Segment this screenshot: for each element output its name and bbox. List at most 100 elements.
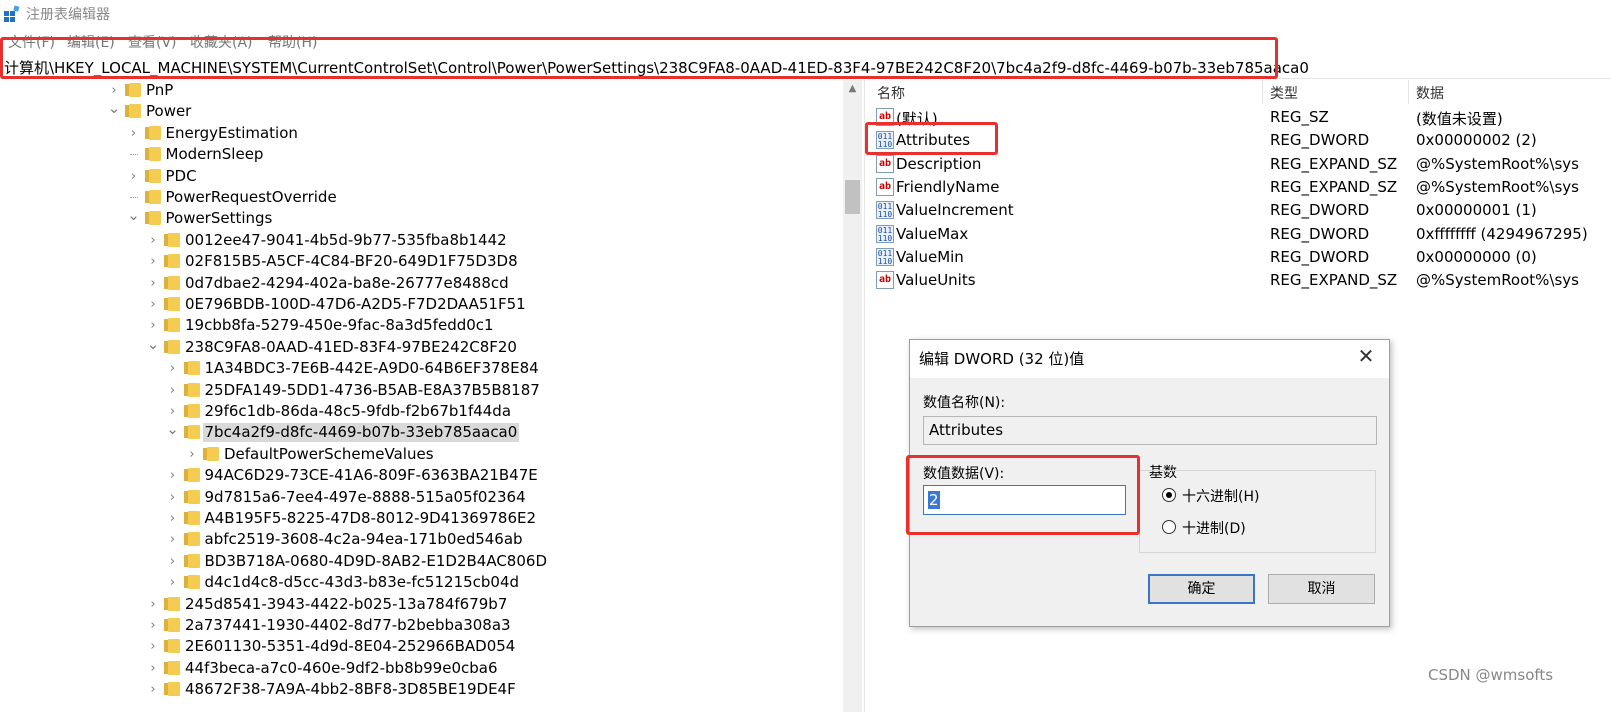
tree-node[interactable]: › BD3B718A-0680-4D9D-8AB2-E1D2B4AC806D [0,551,845,572]
hex-radio[interactable] [1162,488,1176,502]
tree-node[interactable]: ⌄ PowerSettings [0,208,845,229]
value-row[interactable]: ab ValueUnits REG_EXPAND_SZ @%SystemRoot%\s… [870,269,1611,292]
chevron-right-icon[interactable]: › [127,123,141,144]
tree-node-label[interactable]: 02F815B5-A5CF-4C84-BF20-649D1F75D3D8 [183,252,520,271]
tree-node-label[interactable]: 19cbb8fa-5279-450e-9fac-8a3d5fedd0c1 [183,316,496,335]
chevron-right-icon[interactable]: › [146,315,160,336]
tree-node-label[interactable]: 1A34BDC3-7E6B-442E-A9D0-64B6EF378E84 [203,359,541,378]
tree-node[interactable]: › 1A34BDC3-7E6B-442E-A9D0-64B6EF378E84 [0,358,845,379]
value-row[interactable]: ab Description REG_EXPAND_SZ @%SystemRoot%\… [870,153,1611,176]
tree-node[interactable]: ⌄ Power [0,101,845,122]
tree-node-label[interactable]: 25DFA149-5DD1-4736-B5AB-E8A37B5B8187 [203,381,542,400]
hex-label[interactable]: 十六进制(H) [1182,486,1259,506]
cancel-button[interactable]: 取消 [1268,574,1375,604]
chevron-right-icon[interactable]: › [166,358,180,379]
tree-node-label[interactable]: PnP [144,81,175,100]
tree-node-label[interactable]: Power [144,102,193,121]
tree-node-label[interactable]: ModernSleep [164,145,266,164]
tree-node-label[interactable]: DefaultPowerSchemeValues [222,445,436,464]
tree-node-label[interactable]: A4B195F5-8225-47D8-8012-9D41369786E2 [203,509,539,528]
tree-node-label[interactable]: BD3B718A-0680-4D9D-8AB2-E1D2B4AC806D [203,552,550,571]
tree-node[interactable]: › d4c1d4c8-d5cc-43d3-b83e-fc51215cb04d [0,572,845,593]
tree-node-label[interactable]: abfc2519-3608-4c2a-94ea-171b0ed546ab [203,530,525,549]
chevron-right-icon[interactable]: › [146,679,160,700]
chevron-right-icon[interactable]: › [146,273,160,294]
tree-node[interactable]: › 2E601130-5351-4d9d-8E04-252966BAD054 [0,636,845,657]
column-type[interactable]: 类型 [1270,83,1298,103]
tree-node[interactable]: › abfc2519-3608-4c2a-94ea-171b0ed546ab [0,529,845,550]
chevron-right-icon[interactable]: › [166,401,180,422]
chevron-right-icon[interactable]: › [146,636,160,657]
column-name[interactable]: 名称 [877,83,905,103]
tree-node-label[interactable]: PowerSettings [164,209,275,228]
tree-node[interactable]: › EnergyEstimation [0,123,845,144]
dec-label[interactable]: 十进制(D) [1182,518,1246,538]
tree-node-label[interactable]: 7bc4a2f9-d8fc-4469-b07b-33eb785aaca0 [202,423,520,443]
value-data-input[interactable]: 2 [923,485,1126,515]
menu-edit[interactable]: 编辑(E) [67,32,115,52]
tree-node[interactable]: › 44f3beca-a7c0-460e-9df2-bb8b99e0cba6 [0,658,845,679]
chevron-right-icon[interactable]: › [185,444,199,465]
chevron-right-icon[interactable]: › [146,230,160,251]
tree-node-label[interactable]: 245d8541-3943-4422-b025-13a784f679b7 [183,595,509,614]
chevron-right-icon[interactable]: › [166,572,180,593]
close-icon[interactable]: ✕ [1356,346,1376,366]
dec-radio[interactable] [1162,520,1176,534]
tree-node[interactable]: › A4B195F5-8225-47D8-8012-9D41369786E2 [0,508,845,529]
chevron-right-icon[interactable]: › [166,380,180,401]
tree-node[interactable]: › 25DFA149-5DD1-4736-B5AB-E8A37B5B8187 [0,380,845,401]
tree-node[interactable]: › 2a737441-1930-4402-8d77-b2bebba308a3 [0,615,845,636]
menu-view[interactable]: 查看(V) [128,32,177,52]
tree-node[interactable]: › 0012ee47-9041-4b5d-9b77-535fba8b1442 [0,230,845,251]
tree-node-label[interactable]: 0E796BDB-100D-47D6-A2D5-F7D2DAA51F51 [183,295,528,314]
tree-node[interactable]: ⌄ 238C9FA8-0AAD-41ED-83F4-97BE242C8F20 [0,336,845,358]
value-row[interactable]: 011 110 ValueMin REG_DWORD 0x00000000 (0) [870,246,1611,269]
chevron-right-icon[interactable]: › [166,487,180,508]
column-data[interactable]: 数据 [1416,83,1444,103]
tree-node-label[interactable]: 29f6c1db-86da-48c5-9fdb-f2b67b1f44da [203,402,514,421]
column-divider[interactable] [1262,80,1263,104]
scroll-up-arrow-icon[interactable]: ▲ [846,83,859,96]
chevron-down-icon[interactable]: ⌄ [127,208,141,229]
tree-node[interactable]: › 29f6c1db-86da-48c5-9fdb-f2b67b1f44da [0,401,845,422]
menu-file[interactable]: 文件(F) [8,32,55,52]
chevron-right-icon[interactable]: › [146,658,160,679]
tree-node-label[interactable]: 2E601130-5351-4d9d-8E04-252966BAD054 [183,637,517,656]
address-bar[interactable]: 计算机\HKEY_LOCAL_MACHINE\SYSTEM\CurrentCon… [0,55,1611,79]
tree-node-label[interactable]: 238C9FA8-0AAD-41ED-83F4-97BE242C8F20 [183,338,519,357]
address-path[interactable]: 计算机\HKEY_LOCAL_MACHINE\SYSTEM\CurrentCon… [4,57,1309,78]
value-row[interactable]: ab (默认) REG_SZ (数值未设置) [870,106,1611,129]
menu-favorites[interactable]: 收藏夹(A) [190,32,253,52]
chevron-right-icon[interactable]: › [146,251,160,272]
chevron-right-icon[interactable]: › [166,508,180,529]
tree-node-label[interactable]: 48672F38-7A9A-4bb2-8BF8-3D85BE19DE4F [183,680,518,699]
chevron-right-icon[interactable]: › [146,615,160,636]
chevron-down-icon[interactable]: ⌄ [146,336,160,358]
value-row[interactable]: 011 110 ValueIncrement REG_DWORD 0x00000001 … [870,199,1611,222]
tree-node[interactable]: PowerRequestOverride [0,187,845,208]
chevron-right-icon[interactable]: › [127,166,141,187]
scrollbar-thumb[interactable] [845,180,860,214]
tree-node-label[interactable]: 2a737441-1930-4402-8d77-b2bebba308a3 [183,616,513,635]
chevron-right-icon[interactable]: › [146,294,160,315]
chevron-down-icon[interactable]: ⌄ [107,101,121,122]
tree-node-label[interactable]: 94AC6D29-73CE-41A6-809F-6363BA21B47E [203,466,540,485]
tree-node-label[interactable]: 0d7dbae2-4294-402a-ba8e-26777e8488cd [183,274,511,293]
tree-node[interactable]: ModernSleep [0,144,845,165]
tree-node[interactable]: › 94AC6D29-73CE-41A6-809F-6363BA21B47E [0,465,845,486]
tree-node[interactable]: › 0E796BDB-100D-47D6-A2D5-F7D2DAA51F51 [0,294,845,315]
tree-node-label[interactable]: d4c1d4c8-d5cc-43d3-b83e-fc51215cb04d [203,573,522,592]
tree-node-label[interactable]: PowerRequestOverride [164,188,339,207]
chevron-right-icon[interactable]: › [166,465,180,486]
chevron-right-icon[interactable]: › [146,594,160,615]
chevron-right-icon[interactable]: › [166,529,180,550]
value-row[interactable]: 011 110 Attributes REG_DWORD 0x00000002 (2) [870,129,1611,152]
tree-node[interactable]: › 02F815B5-A5CF-4C84-BF20-649D1F75D3D8 [0,251,845,272]
tree-node[interactable]: › 19cbb8fa-5279-450e-9fac-8a3d5fedd0c1 [0,315,845,336]
tree-scrollbar[interactable]: ▲ [843,80,862,712]
tree-node[interactable]: › PDC [0,166,845,187]
tree-node[interactable]: › DefaultPowerSchemeValues [0,444,845,465]
tree-node[interactable]: ⌄ 7bc4a2f9-d8fc-4469-b07b-33eb785aaca0 [0,422,845,443]
value-row[interactable]: 011 110 ValueMax REG_DWORD 0xffffffff (42949… [870,223,1611,246]
tree-node[interactable]: › 0d7dbae2-4294-402a-ba8e-26777e8488cd [0,273,845,294]
